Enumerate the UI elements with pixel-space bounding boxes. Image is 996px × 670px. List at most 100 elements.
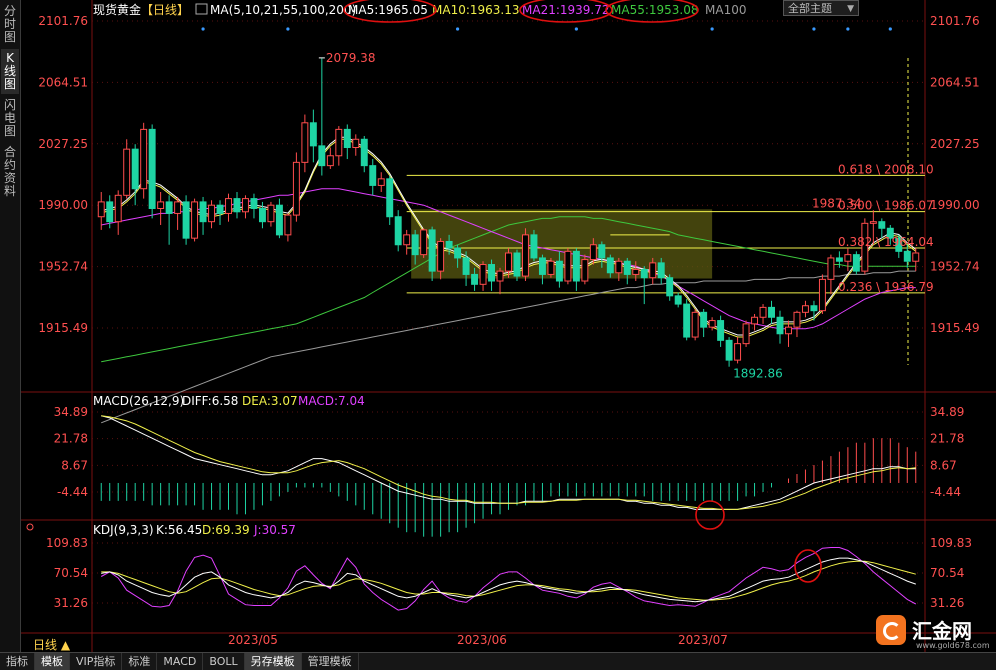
candle-body-52: [538, 257, 546, 275]
kdj-tick-left-0: 109.83: [46, 536, 88, 550]
candle-body-82: [793, 311, 801, 328]
bottom-tab-indicators[interactable]: 指标: [0, 653, 35, 670]
side-tab-kline[interactable]: K线图: [1, 49, 19, 94]
ma10-value: MA10:1963.13: [432, 3, 520, 17]
candle-body-50: [521, 234, 529, 277]
period-button[interactable]: 日线 ▲: [33, 636, 70, 653]
candle-body-71: [700, 311, 708, 328]
price-tick-right-2: 2027.25: [930, 137, 980, 151]
candle-body-95: [903, 250, 911, 262]
macd-tick-right-1: 21.78: [930, 432, 964, 446]
side-tab-flash[interactable]: 闪电图: [1, 96, 19, 141]
bottom-tab-macd[interactable]: MACD: [157, 653, 204, 670]
macd-params[interactable]: MACD(26,12,9): [93, 394, 184, 408]
symbol-name: 现货黄金: [93, 2, 141, 17]
candle-body-12: [199, 201, 207, 223]
kdj-tick-right-1: 70.54: [930, 566, 964, 580]
price-tick-right-3: 1990.00: [930, 198, 980, 212]
candle-body-8: [165, 201, 173, 214]
price-tick-left-3: 1990.00: [38, 198, 88, 212]
bottom-tab-vip[interactable]: VIP指标: [70, 653, 123, 670]
bottom-tab-standard[interactable]: 标准: [122, 653, 158, 670]
kdj-tick-left-1: 70.54: [54, 566, 88, 580]
price-tick-right-0: 2101.76: [930, 14, 980, 28]
candle-body-84: [810, 305, 818, 312]
candle-body-62: [623, 260, 631, 275]
candle-body-87: [835, 257, 843, 262]
price-tick-left-5: 1915.49: [38, 321, 88, 335]
candle-body-96: [912, 252, 920, 262]
fib-label-3: 0.236 \ 1936.79: [838, 280, 934, 294]
candle-body-11: [191, 201, 199, 239]
candle-body-17: [242, 198, 249, 213]
left-view-tabs: 分时图 K线图 闪电图 合约资料: [0, 0, 21, 652]
bottom-tab-manage-template[interactable]: 管理模板: [302, 653, 359, 670]
event-marker-7: [888, 27, 892, 31]
candle-body-24: [301, 122, 309, 163]
candle-body-22: [284, 214, 292, 236]
price-tick-left-4: 1952.74: [38, 260, 88, 274]
candle-body-60: [606, 257, 614, 274]
bottom-toolbar: 指标 模板 VIP指标 标准 MACD BOLL 另存模板 管理模板: [0, 652, 996, 670]
candle-body-44: [471, 273, 479, 285]
candle-body-46: [488, 264, 496, 282]
candle-body-42: [454, 247, 462, 259]
date-label-june: 2023/06: [457, 633, 507, 647]
candle-body-66: [657, 262, 665, 279]
candle-body-54: [555, 260, 563, 282]
macd-tick-right-0: 34.89: [930, 405, 964, 419]
candle-body-74: [725, 339, 733, 361]
candle-body-39: [428, 229, 436, 272]
candle-body-63: [632, 268, 640, 275]
candle-body-77: [751, 316, 759, 325]
chart-canvas[interactable]: 2101.76 2101.76 2064.51 2064.51 2027.25 2027.…: [0, 0, 996, 652]
kdj-params[interactable]: KDJ(9,3,3): [93, 523, 154, 537]
candle-body-75: [734, 343, 742, 361]
candle-body-45: [479, 264, 487, 285]
event-marker-6: [846, 27, 850, 31]
macd-dea-value: DEA:3.07: [242, 394, 298, 408]
candle-body-70: [691, 311, 699, 338]
ma55-value: MA55:1953.08: [611, 3, 699, 17]
macd-tick-right-3: -4.44: [930, 485, 961, 499]
candle-body-35: [394, 216, 402, 246]
price-tick-right-1: 2064.51: [930, 75, 980, 89]
bottom-tab-save-template[interactable]: 另存模板: [244, 653, 302, 670]
bottom-tab-template[interactable]: 模板: [35, 653, 70, 670]
macd-tick-left-3: -4.44: [57, 485, 88, 499]
ma100-value: MA100: [705, 3, 746, 17]
candle-body-15: [225, 198, 232, 214]
ma-params[interactable]: MA(5,10,21,55,100,200): [210, 3, 356, 17]
candle-body-80: [776, 316, 784, 335]
candle-body-9: [174, 201, 182, 214]
candle-body-56: [572, 250, 580, 282]
candle-body-81: [785, 326, 792, 335]
candle-body-59: [598, 244, 606, 259]
brand-logo: 汇金网 www.gold678.com: [874, 611, 992, 653]
side-tab-contract-info[interactable]: 合约资料: [1, 143, 19, 201]
price-tick-left-0: 2101.76: [38, 14, 88, 28]
candle-body-2: [114, 194, 122, 223]
date-label-may: 2023/05: [228, 633, 278, 647]
candle-body-48: [505, 252, 512, 272]
candle-body-58: [589, 244, 597, 261]
candle-body-26: [318, 145, 326, 167]
side-tab-timeline[interactable]: 分时图: [1, 2, 19, 47]
candle-body-88: [844, 254, 852, 262]
macd-tick-left-1: 21.78: [54, 432, 88, 446]
candle-body-23: [292, 161, 300, 216]
candle-body-25: [309, 122, 317, 147]
candle-body-13: [208, 204, 216, 223]
candle-body-68: [674, 295, 682, 305]
fib-label-2: 0.382 \ 1964.04: [838, 235, 934, 249]
candle-body-0: [97, 201, 105, 218]
candle-body-31: [360, 138, 368, 167]
bottom-tab-boll[interactable]: BOLL: [203, 653, 245, 670]
logo-url: www.gold678.com: [916, 641, 990, 650]
candle-body-1: [106, 201, 114, 223]
high-price-label: 2079.38: [326, 51, 376, 65]
macd-tick-right-2: 8.67: [930, 458, 957, 472]
candle-body-55: [564, 250, 572, 282]
theme-dropdown[interactable]: 全部主题 ▼: [783, 0, 859, 16]
candle-body-51: [530, 234, 538, 259]
